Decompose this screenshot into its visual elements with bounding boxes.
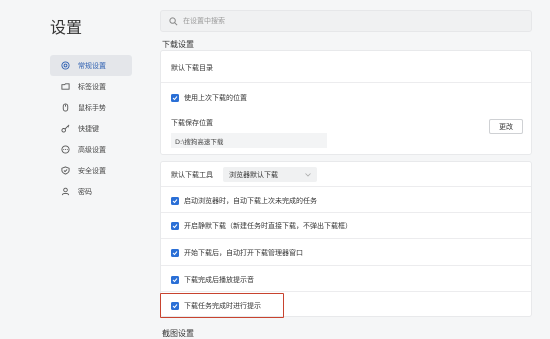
sidebar-item-label: 标签设置: [78, 82, 106, 91]
download-tool-row: 默认下载工具 浏览器默认下载: [161, 166, 531, 183]
tab-icon: [60, 82, 70, 92]
sidebar-item-label: 常规设置: [78, 61, 106, 70]
auto-resume-option[interactable]: 启动浏览器时，自动下载上次未完成的任务: [161, 194, 531, 207]
sidebar-item-security[interactable]: 安全设置: [50, 160, 132, 181]
chevron-down-icon: [305, 171, 311, 179]
download-section-title: 下载设置: [162, 40, 194, 49]
user-icon: [60, 187, 70, 197]
sidebar-item-general[interactable]: 常规设置: [50, 55, 132, 76]
dropdown-value: 浏览器默认下载: [229, 170, 278, 179]
sidebar-item-tabs[interactable]: 标签设置: [50, 76, 132, 97]
sidebar-item-mouse-gestures[interactable]: 鼠标手势: [50, 97, 132, 118]
use-last-location-option[interactable]: 使用上次下载的位置: [161, 91, 531, 104]
main-content: 下载设置 默认下载目录 使用上次下载的位置 下载保存位置 更改 默认下载工具 浏…: [160, 0, 532, 339]
download-tool-label: 默认下载工具: [171, 170, 213, 179]
save-location-label: 下载保存位置: [171, 119, 213, 127]
checkbox-checked-icon[interactable]: [171, 221, 179, 230]
sidebar-item-label: 密码: [78, 187, 92, 196]
download-location-card: 默认下载目录 使用上次下载的位置 下载保存位置: [160, 50, 532, 155]
sidebar-item-label: 高级设置: [78, 145, 106, 154]
gear-icon: [60, 61, 70, 71]
sidebar-item-password[interactable]: 密码: [50, 181, 132, 202]
shield-icon: [60, 166, 70, 176]
app-title: 设置: [50, 18, 83, 37]
sidebar-item-label: 安全设置: [78, 166, 106, 175]
option-label: 开始下载后，自动打开下载管理器窗口: [184, 248, 303, 257]
sidebar-item-label: 鼠标手势: [78, 103, 106, 112]
mouse-icon: [60, 103, 70, 113]
option-label: 下载完成后播放提示音: [184, 275, 254, 284]
default-dir-label: 默认下载目录: [171, 64, 213, 72]
sidebar-item-shortcuts[interactable]: 快捷键: [50, 118, 132, 139]
sidebar-item-label: 快捷键: [78, 124, 99, 133]
download-tool-dropdown[interactable]: 浏览器默认下载: [223, 167, 317, 182]
option-label: 开启静默下载（新建任务时直接下载，不弹出下载框）: [184, 221, 352, 230]
checkbox-checked-icon[interactable]: [171, 93, 179, 102]
change-path-button[interactable]: 更改: [489, 119, 523, 134]
screenshot-section-title: 截图设置: [162, 329, 194, 338]
highlight-annotation: [160, 293, 284, 318]
play-sound-option[interactable]: 下载完成后播放提示音: [161, 273, 531, 286]
option-label: 启动浏览器时，自动下载上次未完成的任务: [184, 196, 317, 205]
advanced-icon: [60, 145, 70, 155]
open-manager-option[interactable]: 开始下载后，自动打开下载管理器窗口: [161, 246, 531, 259]
option-label: 使用上次下载的位置: [184, 93, 247, 102]
sidebar-item-advanced[interactable]: 高级设置: [50, 139, 132, 160]
checkbox-checked-icon[interactable]: [171, 248, 179, 257]
checkbox-checked-icon[interactable]: [171, 196, 179, 205]
checkbox-checked-icon[interactable]: [171, 275, 179, 284]
save-path-field[interactable]: [171, 133, 327, 148]
key-icon: [60, 124, 70, 134]
sidebar: 常规设置 标签设置 鼠标手势 快捷键 高级设置 安全设置 密码: [50, 55, 132, 202]
silent-download-option[interactable]: 开启静默下载（新建任务时直接下载，不弹出下载框）: [161, 219, 531, 232]
